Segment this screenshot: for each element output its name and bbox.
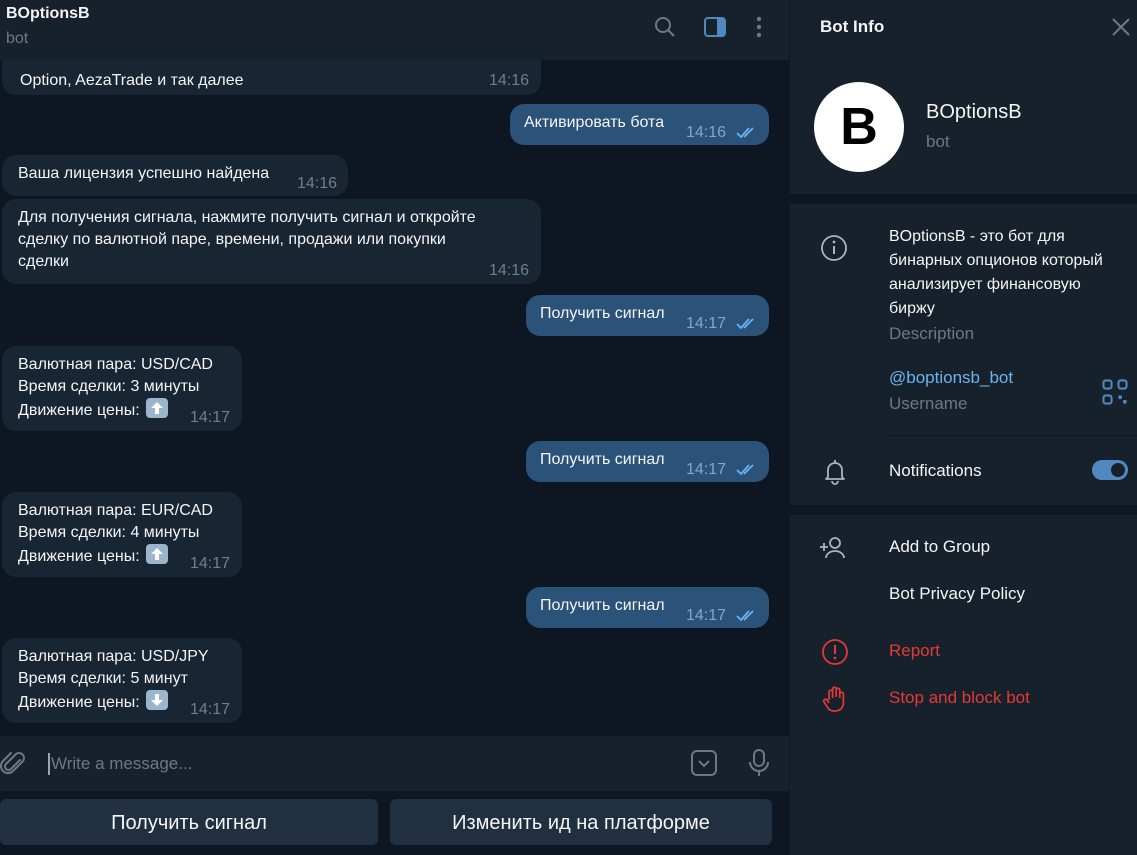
divider bbox=[790, 194, 1137, 204]
message-time: 14:17 bbox=[686, 461, 727, 478]
message-time: 14:17 bbox=[686, 315, 727, 332]
message-time: 14:17 bbox=[190, 555, 231, 572]
arrow-up-emoji-icon bbox=[146, 544, 169, 564]
read-checks-icon bbox=[736, 127, 754, 139]
message-incoming[interactable]: Для получения сигнала, нажмите получить … bbox=[2, 199, 541, 284]
qr-code-icon[interactable] bbox=[1100, 377, 1128, 405]
message-outgoing[interactable]: Получить сигнал 14:17 bbox=[526, 587, 769, 628]
message-incoming[interactable]: Option, AezaTrade и так далее 14:16 bbox=[2, 60, 541, 95]
message-time: 14:17 bbox=[190, 409, 231, 426]
attach-icon[interactable] bbox=[0, 750, 28, 778]
message-text-line: Движение цены: bbox=[18, 402, 140, 419]
bot-name: BOptionsB bbox=[926, 101, 1022, 123]
add-to-group-button[interactable]: Add to Group bbox=[889, 537, 990, 557]
message-text-line: Валютная пара: USD/JPY bbox=[18, 648, 209, 665]
composer: Write a message... bbox=[0, 736, 789, 791]
arrow-down-emoji-icon bbox=[146, 690, 169, 710]
bot-privacy-policy-button[interactable]: Bot Privacy Policy bbox=[889, 584, 1025, 604]
message-text-line: Валютная пара: USD/CAD bbox=[18, 356, 213, 373]
message-time: 14:17 bbox=[190, 701, 231, 718]
chat-status: bot bbox=[6, 30, 29, 47]
add-user-icon bbox=[818, 533, 848, 563]
message-text-line: Валютная пара: EUR/CAD bbox=[18, 502, 213, 519]
message-text: Option, AezaTrade и так далее bbox=[20, 72, 244, 89]
message-text-line: сделки bbox=[18, 253, 69, 270]
message-time: 14:16 bbox=[686, 124, 727, 141]
avatar[interactable]: B bbox=[814, 82, 904, 172]
bot-description: BOptionsB - это бот для бинарных опционо… bbox=[889, 228, 1103, 317]
report-button[interactable]: Report bbox=[889, 641, 940, 661]
message-time: 14:16 bbox=[489, 72, 530, 89]
message-text-line: Время сделки: 4 минуты bbox=[18, 524, 200, 541]
message-incoming[interactable]: Валютная пара: USD/JPY Время сделки: 5 м… bbox=[2, 638, 242, 723]
bot-keyboard-icon[interactable] bbox=[690, 749, 718, 777]
message-time: 14:16 bbox=[297, 175, 338, 192]
message-text-line: Движение цены: bbox=[18, 548, 140, 565]
divider bbox=[885, 435, 1137, 436]
message-incoming[interactable]: Валютная пара: EUR/CAD Время сделки: 4 м… bbox=[2, 492, 242, 577]
stop-and-block-button[interactable]: Stop and block bot bbox=[889, 688, 1030, 708]
message-text-line: Для получения сигнала, нажмите получить … bbox=[18, 209, 476, 226]
message-incoming[interactable]: Ваша лицензия успешно найдена 14:16 bbox=[2, 155, 348, 196]
divider bbox=[790, 505, 1137, 515]
message-outgoing[interactable]: Получить сигнал 14:17 bbox=[526, 295, 769, 336]
sidebar-toggle-icon[interactable] bbox=[702, 14, 728, 40]
message-time: 14:17 bbox=[686, 607, 727, 624]
message-outgoing[interactable]: Активировать бота 14:16 bbox=[510, 104, 769, 145]
bot-type: bot bbox=[926, 132, 950, 151]
toggle-knob bbox=[1109, 461, 1127, 479]
report-icon bbox=[820, 637, 850, 667]
notifications-label[interactable]: Notifications bbox=[889, 461, 982, 481]
message-input[interactable]: Write a message... bbox=[48, 753, 192, 775]
message-text-line: Движение цены: bbox=[18, 694, 140, 711]
bot-username[interactable]: @boptionsb_bot bbox=[889, 368, 1013, 388]
notifications-toggle[interactable] bbox=[1092, 460, 1128, 480]
panel-title: Bot Info bbox=[820, 17, 885, 36]
bell-icon bbox=[820, 456, 850, 486]
read-checks-icon bbox=[736, 610, 754, 622]
read-checks-icon bbox=[736, 318, 754, 330]
message-text: Ваша лицензия успешно найдена bbox=[18, 165, 270, 182]
message-text-line: Время сделки: 5 минут bbox=[18, 670, 188, 687]
message-time: 14:16 bbox=[489, 262, 530, 279]
close-icon[interactable] bbox=[1110, 16, 1132, 38]
stop-hand-icon bbox=[820, 684, 850, 714]
chat-area: BOptionsB bot Option, AezaTrade и так да… bbox=[0, 0, 789, 855]
message-incoming[interactable]: Валютная пара: USD/CAD Время сделки: 3 м… bbox=[2, 346, 242, 431]
chat-header[interactable]: BOptionsB bot bbox=[0, 0, 789, 60]
read-checks-icon bbox=[736, 464, 754, 476]
message-outgoing[interactable]: Получить сигнал 14:17 bbox=[526, 441, 769, 482]
search-icon[interactable] bbox=[652, 14, 678, 40]
message-text-line: сделку по валютной паре, времени, продаж… bbox=[18, 231, 446, 248]
arrow-up-emoji-icon bbox=[146, 398, 169, 418]
microphone-icon[interactable] bbox=[747, 748, 771, 778]
info-icon bbox=[819, 233, 849, 263]
bot-reply-keyboard: Получить сигнал Изменить ид на платформе bbox=[0, 791, 789, 855]
description-label: Description bbox=[889, 324, 975, 343]
message-text-line: Время сделки: 3 минуты bbox=[18, 378, 200, 395]
bot-info-panel: Bot Info B BOptionsB bot BOptionsB - это… bbox=[789, 0, 1137, 855]
change-platform-id-button[interactable]: Изменить ид на платформе bbox=[390, 799, 772, 845]
get-signal-button[interactable]: Получить сигнал bbox=[0, 799, 378, 845]
chat-title[interactable]: BOptionsB bbox=[6, 5, 90, 23]
more-menu-icon[interactable] bbox=[746, 14, 772, 40]
message-list[interactable]: Option, AezaTrade и так далее 14:16 Акти… bbox=[0, 60, 789, 736]
username-label: Username bbox=[889, 394, 968, 413]
